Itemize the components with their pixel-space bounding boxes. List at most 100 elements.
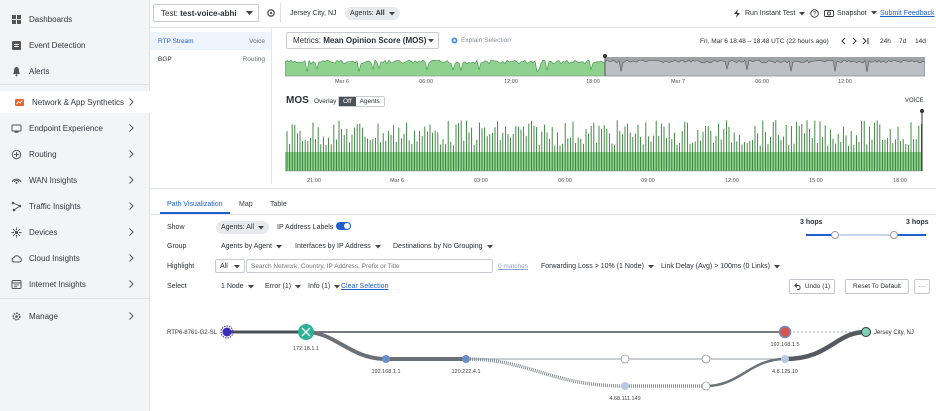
run-instant-test-label: Run Instant Test [745,10,796,17]
sidebar-divider [0,298,150,299]
reset-to-default-button[interactable]: Reset To Default [845,279,909,294]
run-instant-test-button[interactable]: Run Instant Test [733,9,806,18]
test-row-name: RTP Stream [158,37,194,45]
internet-icon [11,279,22,290]
undo-button[interactable]: Undo (1) [789,279,835,294]
range-14d[interactable]: 14d [915,38,926,45]
timeline-overview[interactable]: Mar 6 06:00 12:00 18:00 Mar 7 06:00 12:00 [285,52,925,86]
sidebar-item-wan-insights[interactable]: WAN Insights [0,169,150,191]
explain-selection-button[interactable]: Explain Selection [451,37,511,44]
sidebar-item-network-app-synthetics[interactable]: Network & App Synthetics [0,91,150,113]
mos-tick-label: Mar 6 [390,178,404,184]
hops-slider-handle-right[interactable] [890,231,898,239]
chevron-down-icon [388,11,395,15]
overlay-agents-option[interactable]: Agents [356,97,384,106]
metrics-label: Metrics: [293,36,321,45]
agents-filter[interactable]: Agents: All [345,7,400,20]
sidebar-item-dashboards[interactable]: Dashboards [0,8,150,30]
metrics-value: Mean Opinion Score (MOS) [323,36,427,45]
node-select-dropdown[interactable]: 1 Node [221,283,254,290]
submit-feedback-link[interactable]: Submit Feedback [880,10,934,17]
info-select-dropdown[interactable]: Info (1) [308,283,341,290]
chevron-right-icon [126,253,136,263]
sidebar: Dashboards Event Detection Alerts Network &… [0,0,150,411]
matches-count[interactable]: 0 matches [498,263,528,270]
overlay-toggle[interactable]: Off Agents [338,96,385,107]
sidebar-item-label: Manage [29,311,58,321]
clear-selection-link[interactable]: Clear Selection [341,283,388,290]
highlight-search-input[interactable] [246,259,493,273]
source-agent-label: RTP6-8761-G2-SL [167,330,218,336]
error-count: Error (1) [265,283,292,290]
destination-label: Jersey City, NJ [874,330,914,336]
tab-path-visualization[interactable]: Path Visualization [167,201,223,208]
test-selector[interactable]: Test: test-voice-abhi [153,4,259,22]
hops-left-label: 3 hops [800,219,823,226]
range-7d[interactable]: 7d [899,38,906,45]
ip-labels-toggle[interactable] [336,222,351,230]
time-navigation[interactable] [841,37,871,45]
timeline-tick-label: 06:00 [755,79,769,85]
sidebar-item-cloud-insights[interactable]: Cloud Insights [0,247,150,269]
sidebar-item-alerts[interactable]: Alerts [0,60,150,82]
snapshot-button[interactable]: Snapshot [824,9,877,17]
group-interfaces-value: Interfaces by IP Address [295,243,371,250]
test-row-bgp[interactable]: BGP Routing [150,50,271,68]
path-visualization-canvas[interactable]: RTP6-8761-G2-SL 172.18.1.1 192.168.1.1 1… [150,305,936,411]
range-24h[interactable]: 24h [880,38,891,45]
hops-right-label: 3 hops [906,219,929,226]
sidebar-item-traffic-insights[interactable]: Traffic Insights [0,195,150,217]
chevron-right-icon [126,123,136,133]
tab-map[interactable]: Map [239,201,253,208]
timeline-tick-label: 18:00 [586,79,600,85]
camera-icon [824,10,834,17]
chevron-down-icon [774,264,780,268]
tab-table[interactable]: Table [270,201,287,208]
sidebar-item-manage[interactable]: Manage [0,305,150,327]
test-list-pane: RTP Stream Voice BGP Routing [150,28,272,184]
highlight-scope-dropdown[interactable]: All [215,259,245,273]
sidebar-item-label: Internet Insights [29,279,86,289]
sidebar-item-routing[interactable]: Routing [0,143,150,165]
node-label: 192.168.1.1 [371,369,400,375]
forwarding-loss-filter[interactable]: Forwarding Loss > 10% (1 Node) [541,263,654,270]
destination-node [861,327,871,337]
sidebar-item-label: Dashboards [29,14,73,24]
undo-icon [793,283,801,290]
timeline-area-out [604,59,925,77]
chevron-right-icon [126,97,136,107]
endpoint-icon [11,123,22,134]
settings-icon[interactable] [266,8,276,18]
mos-chart[interactable]: 21:00 Mar 6 03:00 06:00 09:00 12:00 15:00 18:00 [285,108,925,186]
sidebar-item-devices[interactable]: Devices [0,221,150,243]
error-select-dropdown[interactable]: Error (1) [265,283,302,290]
test-row-rtp-stream[interactable]: RTP Stream Voice [150,32,271,50]
sidebar-item-endpoint-experience[interactable]: Endpoint Experience [0,117,150,139]
group-agents-dropdown[interactable]: Agents by Agent [221,243,282,250]
more-options-button[interactable]: ··· [914,279,930,294]
sidebar-item-event-detection[interactable]: Event Detection [0,34,150,56]
agents-all-filter[interactable]: Agents: All [216,221,270,234]
node-label: 172.18.1.1 [293,346,319,352]
hops-slider-handle-left[interactable] [831,231,839,239]
metrics-selector[interactable]: Metrics: Mean Opinion Score (MOS) [286,32,439,49]
overlay-off-option[interactable]: Off [339,97,356,106]
sidebar-item-internet-insights[interactable]: Internet Insights [0,273,150,295]
node-label: 4.68.111.149 [609,396,640,402]
timeline-tick-label: 06:00 [419,79,433,85]
sidebar-item-label: Cloud Insights [29,253,80,263]
mos-tick-label: 03:00 [474,178,488,184]
mos-tick-label: 15:00 [809,178,823,184]
info-count: Info (1) [308,283,331,290]
chevron-right-icon [126,201,136,211]
help-icon[interactable]: ? [810,9,819,18]
chevron-down-icon [870,11,877,15]
hop-node [382,355,390,363]
group-destinations-dropdown[interactable]: Destinations by No Grouping [393,243,493,250]
gear-icon [11,311,22,322]
chevron-down-icon [275,244,282,248]
group-interfaces-dropdown[interactable]: Interfaces by IP Address [295,243,381,250]
link-delay-filter[interactable]: Link Delay (Avg) > 100ms (0 Links) [661,263,780,270]
link-delay-value: Link Delay (Avg) > 100ms (0 Links) [661,263,770,270]
test-row-name: BGP [158,55,172,63]
